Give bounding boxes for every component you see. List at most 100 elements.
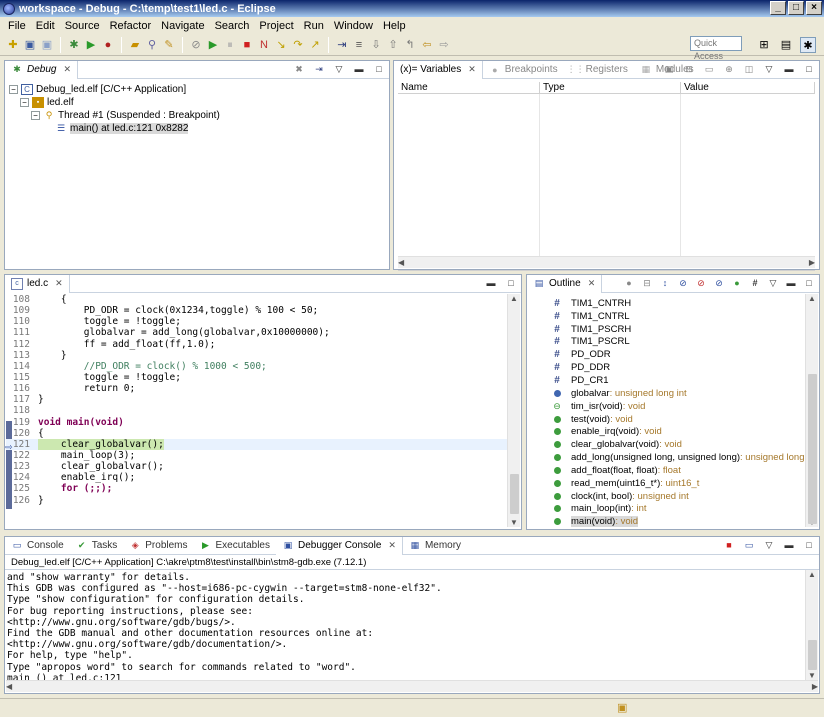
resume-icon[interactable]: ▶ xyxy=(206,38,220,52)
close-icon[interactable]: ✕ xyxy=(55,278,63,289)
scroll-up-icon[interactable]: ▲ xyxy=(808,570,816,579)
debug-icon[interactable]: ✱ xyxy=(67,38,81,52)
tree-item-launch[interactable]: − C Debug_led.elf [C/C++ Application] xyxy=(9,83,220,96)
minimize-view-icon[interactable]: ▬ xyxy=(353,63,365,75)
console-horizontal-scrollbar[interactable]: ◀ ▶ xyxy=(6,680,818,692)
step-return-icon[interactable]: ↗ xyxy=(308,38,322,52)
outline-item[interactable]: add_float(float, float) : float xyxy=(551,464,817,477)
close-icon[interactable]: ✕ xyxy=(388,540,396,551)
scroll-up-icon[interactable]: ▲ xyxy=(510,294,518,303)
column-name[interactable]: Name xyxy=(398,82,540,93)
scroll-up-icon[interactable]: ▲ xyxy=(808,294,816,303)
outline-vertical-scrollbar[interactable]: ▲ ▼ xyxy=(805,294,818,527)
tab-debug[interactable]: ✱ Debug ✕ xyxy=(5,60,79,79)
group-hash-icon[interactable]: # xyxy=(749,277,761,289)
debug-perspective-icon[interactable]: ✱ xyxy=(800,37,816,53)
outline-item-selected[interactable]: main(void) : void xyxy=(551,515,817,528)
tab-variables[interactable]: (x)= Variables ✕ xyxy=(394,60,483,79)
editor-vertical-scrollbar[interactable]: ▲ ▼ xyxy=(507,294,520,527)
maximize-view-icon[interactable]: □ xyxy=(373,63,385,75)
outline-item[interactable]: # TIM1_CNTRH xyxy=(551,297,817,310)
new-icon[interactable]: ✚ xyxy=(6,38,20,52)
menu-run[interactable]: Run xyxy=(299,20,329,32)
outline-item[interactable]: read_mem(uint16_t*) : uint16_t xyxy=(551,477,817,490)
back-icon[interactable]: ⇦ xyxy=(420,38,434,52)
toggle-mode-icon[interactable]: ≡ xyxy=(352,38,366,52)
new-view-icon[interactable]: ⊕ xyxy=(723,63,735,75)
collapse-all-icon[interactable]: ⊟ xyxy=(641,277,653,289)
close-icon[interactable]: ✕ xyxy=(588,278,596,289)
outline-item[interactable]: # PD_CR1 xyxy=(551,374,817,387)
skip-breakpoints-icon[interactable]: ⊘ xyxy=(189,38,203,52)
menu-window[interactable]: Window xyxy=(329,20,378,32)
column-type[interactable]: Type xyxy=(540,82,681,93)
hide-inactive-icon[interactable]: ⊘ xyxy=(713,277,725,289)
tab-executables[interactable]: ▶ Executables xyxy=(194,537,276,555)
code-editor[interactable]: 108 { 109 PD_ODR = clock(0x1234,toggle) … xyxy=(6,294,507,527)
outline-item[interactable]: clock(int, bool) : unsigned int xyxy=(551,490,817,503)
minimize-view-icon[interactable]: ▬ xyxy=(785,277,797,289)
menu-source[interactable]: Source xyxy=(60,20,105,32)
outline-item[interactable]: enable_irq(void) : void xyxy=(551,425,817,438)
tab-led-c[interactable]: c led.c ✕ xyxy=(5,274,70,293)
outline-item[interactable]: # TIM1_PSCRH xyxy=(551,323,817,336)
scroll-left-icon[interactable]: ◀ xyxy=(398,258,404,267)
collapse-icon[interactable]: − xyxy=(9,85,18,94)
step-into-icon[interactable]: ↘ xyxy=(274,38,288,52)
outline-item[interactable]: clear_globalvar(void) : void xyxy=(551,438,817,451)
save-icon[interactable]: ▣ xyxy=(23,38,37,52)
status-bar-icon[interactable]: ▣ xyxy=(617,701,627,714)
tab-breakpoints[interactable]: ● Breakpoints xyxy=(483,61,564,79)
tab-console[interactable]: ▭ Console xyxy=(5,537,70,555)
maximize-view-icon[interactable]: □ xyxy=(803,63,815,75)
tree-item-process[interactable]: − ▪ led.elf xyxy=(9,96,220,109)
column-value[interactable]: Value xyxy=(681,82,815,93)
scroll-thumb[interactable] xyxy=(510,474,519,514)
view-menu-icon[interactable]: ▽ xyxy=(333,63,345,75)
sort-icon[interactable]: ↕ xyxy=(659,277,671,289)
last-edit-icon[interactable]: ↰ xyxy=(403,38,417,52)
view-menu-icon[interactable]: ▽ xyxy=(763,63,775,75)
remove-terminated-icon[interactable]: ✖ xyxy=(293,63,305,75)
open-perspective-icon[interactable]: ⊞ xyxy=(756,37,772,53)
menu-search[interactable]: Search xyxy=(210,20,255,32)
close-icon[interactable]: ✕ xyxy=(63,64,71,75)
tab-problems[interactable]: ◈ Problems xyxy=(123,537,193,555)
maximize-button[interactable]: □ xyxy=(788,1,804,15)
minimize-view-icon[interactable]: ▬ xyxy=(485,277,497,289)
tree-item-thread[interactable]: − ⚲ Thread #1 (Suspended : Breakpoint) xyxy=(9,109,220,122)
cpp-perspective-icon[interactable]: ▤ xyxy=(778,37,794,53)
menu-navigate[interactable]: Navigate xyxy=(156,20,209,32)
scroll-down-icon[interactable]: ▼ xyxy=(808,671,816,680)
outline-item[interactable]: # PD_DDR xyxy=(551,361,817,374)
layout-icon[interactable]: ▭ xyxy=(703,63,715,75)
tab-memory[interactable]: ▦ Memory xyxy=(403,537,467,555)
scroll-left-icon[interactable]: ◀ xyxy=(6,682,12,691)
suspend-icon[interactable]: ⏸ xyxy=(223,38,237,52)
scroll-thumb[interactable] xyxy=(808,374,817,524)
outline-item[interactable]: # TIM1_PSCRL xyxy=(551,336,817,349)
external-tools-icon[interactable]: ● xyxy=(101,38,115,52)
run-icon[interactable]: ▶ xyxy=(84,38,98,52)
display-console-icon[interactable]: ▭ xyxy=(743,539,755,551)
menu-edit[interactable]: Edit xyxy=(31,20,60,32)
tab-registers[interactable]: ⋮⋮ Registers xyxy=(564,61,634,79)
pin-icon[interactable]: ◫ xyxy=(743,63,755,75)
scroll-right-icon[interactable]: ▶ xyxy=(812,682,818,691)
menu-file[interactable]: File xyxy=(3,20,31,32)
pencil-icon[interactable]: ✎ xyxy=(162,38,176,52)
hide-static-icon[interactable]: ⊘ xyxy=(677,277,689,289)
outline-item[interactable]: add_long(unsigned long, unsigned long) :… xyxy=(551,451,817,464)
tab-debugger-console[interactable]: ▣ Debugger Console ✕ xyxy=(276,536,403,555)
quick-access-input[interactable]: Quick Access xyxy=(690,36,742,61)
scroll-right-icon[interactable]: ▶ xyxy=(809,258,815,267)
maximize-view-icon[interactable]: □ xyxy=(505,277,517,289)
search-icon[interactable]: ⚲ xyxy=(145,38,159,52)
terminate-icon[interactable]: ■ xyxy=(723,539,735,551)
open-folder-icon[interactable]: ▰ xyxy=(128,38,142,52)
instruction-step-icon[interactable]: ⇥ xyxy=(335,38,349,52)
step-filters-icon[interactable]: ⇥ xyxy=(313,63,325,75)
outline-item[interactable]: # TIM1_CNTRL xyxy=(551,310,817,323)
disconnect-icon[interactable]: N xyxy=(257,38,271,52)
outline-item[interactable]: # PD_ODR xyxy=(551,348,817,361)
